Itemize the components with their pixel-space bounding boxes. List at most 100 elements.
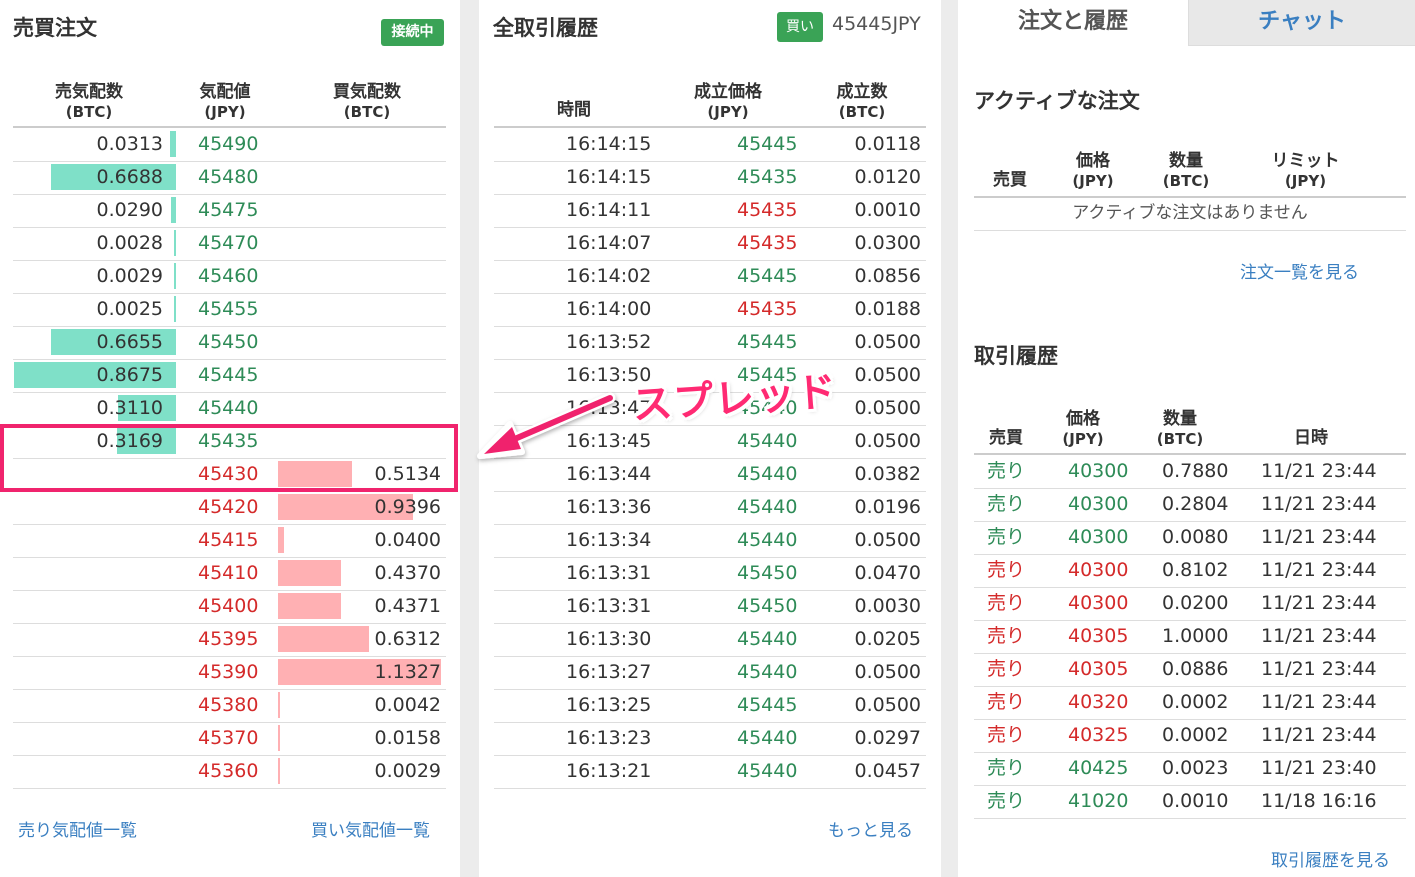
trade-row: 16:13:34 45440 0.0500 [494, 524, 926, 558]
bid-qty: 0.4370 [374, 562, 441, 584]
history-datetime: 11/21 23:44 [1261, 592, 1377, 614]
trade-row: 16:14:02 45445 0.0856 [494, 260, 926, 294]
history-datetime: 11/18 16:16 [1261, 790, 1377, 812]
bid-qty: 1.1327 [374, 661, 441, 683]
history-side: 売り [987, 559, 1026, 581]
ask-row[interactable]: 0.6688 45480 [13, 161, 446, 195]
bid-depth-bar [278, 725, 280, 751]
ask-row[interactable]: 0.0028 45470 [13, 227, 446, 261]
trade-price: 45445 [737, 694, 798, 716]
trade-price: 45435 [737, 166, 798, 188]
trade-qty: 0.0500 [854, 331, 921, 353]
history-qty: 0.2804 [1162, 493, 1229, 515]
history-side: 売り [987, 625, 1026, 647]
buy-quotes-link[interactable]: 買い気配値一覧 [311, 816, 430, 841]
trade-time: 16:13:34 [566, 529, 652, 551]
history-row: 売り 41020 0.0010 11/18 16:16 [974, 785, 1406, 819]
trade-row: 16:14:07 45435 0.0300 [494, 227, 926, 261]
trade-row: 16:13:23 45440 0.0297 [494, 722, 926, 756]
history-qty: 1.0000 [1162, 625, 1229, 647]
sell-quotes-link[interactable]: 売り気配値一覧 [18, 816, 137, 841]
trade-time: 16:13:52 [566, 331, 652, 353]
ask-price: 45470 [198, 232, 259, 254]
trade-row: 16:13:25 45445 0.0500 [494, 689, 926, 723]
bid-qty: 0.0029 [374, 760, 441, 782]
tab-orders-history[interactable]: 注文と履歴 [958, 0, 1188, 46]
ask-depth-bar [171, 197, 176, 223]
ask-depth-bar [170, 131, 176, 157]
bid-row[interactable]: 45420 0.9396 [13, 491, 446, 525]
bid-row[interactable]: 45400 0.4371 [13, 590, 446, 624]
history-side: 売り [987, 460, 1026, 482]
trade-qty: 0.0297 [854, 727, 921, 749]
trade-time: 16:14:15 [566, 133, 652, 155]
ask-qty-header: 売気配数 (BTC) [30, 82, 148, 122]
history-side: 売り [987, 691, 1026, 713]
bid-row[interactable]: 45415 0.0400 [13, 524, 446, 558]
history-side: 売り [987, 526, 1026, 548]
trade-qty: 0.0382 [854, 463, 921, 485]
ask-price: 45460 [198, 265, 259, 287]
trade-qty: 0.0300 [854, 232, 921, 254]
history-side: 売り [987, 592, 1026, 614]
trade-time: 16:14:02 [566, 265, 652, 287]
bid-row[interactable]: 45370 0.0158 [13, 722, 446, 756]
history-datetime: 11/21 23:44 [1261, 559, 1377, 581]
history-side: 売り [987, 724, 1026, 746]
price-header-label: 気配値 [199, 82, 251, 102]
history-price: 40300 [1068, 592, 1129, 614]
tab-chat[interactable]: チャット [1188, 0, 1415, 46]
bid-row[interactable]: 45410 0.4370 [13, 557, 446, 591]
trade-history-link[interactable]: 取引履歴を見る [1271, 846, 1390, 871]
bid-qty-header-label: 買気配数 [333, 82, 401, 102]
trades-title: 全取引履歴 [493, 16, 598, 40]
active-orders-title: アクティブな注文 [974, 89, 1140, 113]
ask-qty: 0.0025 [96, 298, 163, 320]
ask-price: 45475 [198, 199, 259, 221]
bid-row[interactable]: 45395 0.6312 [13, 623, 446, 657]
ask-qty: 0.0290 [96, 199, 163, 221]
more-trades-link[interactable]: もっと見る [828, 816, 913, 841]
ask-row[interactable]: 0.0313 45490 [13, 128, 446, 162]
bid-price: 45410 [198, 562, 259, 584]
history-price: 41020 [1068, 790, 1129, 812]
ask-row[interactable]: 0.0290 45475 [13, 194, 446, 228]
trade-history-title: 取引履歴 [974, 344, 1058, 368]
history-qty: 0.8102 [1162, 559, 1229, 581]
bid-row[interactable]: 45360 0.0029 [13, 755, 446, 789]
bid-qty: 0.0400 [374, 529, 441, 551]
orders-list-link[interactable]: 注文一覧を見る [1240, 258, 1359, 283]
history-row: 売り 40300 0.0080 11/21 23:44 [974, 521, 1406, 555]
history-row: 売り 40320 0.0002 11/21 23:44 [974, 686, 1406, 720]
last-side-badge: 買い [777, 12, 823, 42]
bid-depth-bar [278, 758, 280, 784]
bid-row[interactable]: 45390 1.1327 [13, 656, 446, 690]
ask-row[interactable]: 0.8675 45445 [13, 359, 446, 393]
history-price: 40300 [1068, 460, 1129, 482]
spread-arrow-icon [477, 392, 616, 459]
history-qty: 0.0010 [1162, 790, 1229, 812]
bid-price: 45415 [198, 529, 259, 551]
bid-qty: 0.9396 [374, 496, 441, 518]
ask-row[interactable]: 0.0029 45460 [13, 260, 446, 294]
ask-row[interactable]: 0.0025 45455 [13, 293, 446, 327]
history-qty: 0.0002 [1162, 691, 1229, 713]
bid-qty: 0.0042 [374, 694, 441, 716]
trade-row: 16:14:11 45435 0.0010 [494, 194, 926, 228]
trade-qty: 0.0205 [854, 628, 921, 650]
history-datetime: 11/21 23:40 [1261, 757, 1377, 779]
history-qty-header-label: 数量 [1163, 409, 1197, 429]
history-datetime: 11/21 23:44 [1261, 658, 1377, 680]
ask-row[interactable]: 0.3110 45440 [13, 392, 446, 426]
trade-time: 16:13:36 [566, 496, 652, 518]
bid-row[interactable]: 45380 0.0042 [13, 689, 446, 723]
history-qty: 0.7880 [1162, 460, 1229, 482]
active-qty-header: 数量 (BTC) [1151, 151, 1221, 191]
trade-row: 16:13:31 45450 0.0030 [494, 590, 926, 624]
trade-qty-header: 成立数 (BTC) [817, 82, 907, 122]
history-price: 40305 [1068, 625, 1129, 647]
ask-row[interactable]: 0.6655 45450 [13, 326, 446, 360]
trade-time: 16:14:11 [566, 199, 652, 221]
trade-price: 45440 [737, 463, 798, 485]
active-price-header-unit: (JPY) [1072, 172, 1114, 190]
